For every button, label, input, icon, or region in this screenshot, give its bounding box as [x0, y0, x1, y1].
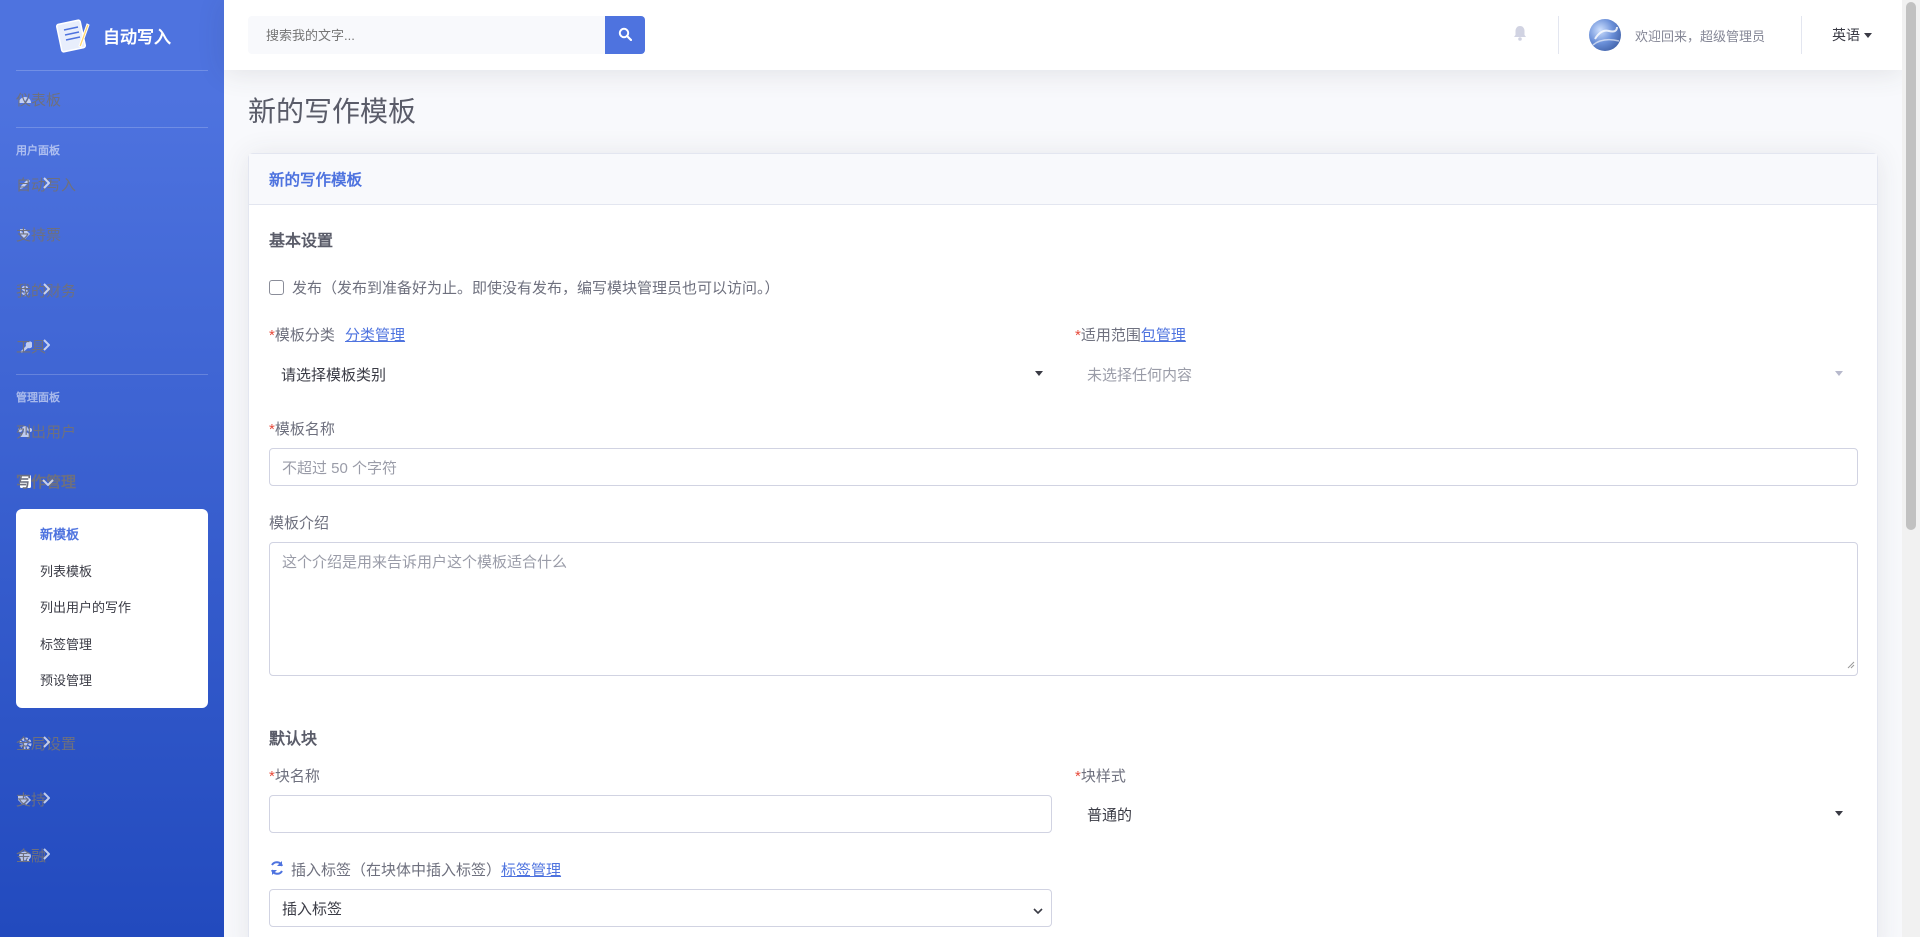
publish-label: 发布（发布到准备好为止。即使没有发布，编写模块管理员也可以访问。） [292, 280, 780, 297]
search-icon [618, 27, 633, 44]
sidebar-item-finance-2[interactable]: 金融 [0, 828, 224, 884]
sidebar-heading-admin: 管理面板 [16, 392, 60, 404]
sidebar-heading-user: 用户面板 [16, 145, 60, 157]
block-style-label: 块样式 [1080, 768, 1126, 785]
submenu-item-tag-management[interactable]: 标签管理 [16, 627, 208, 664]
user-menu[interactable]: 欢迎回来，超级管理员 [1571, 19, 1789, 51]
brand-name: 自动写入 [103, 27, 171, 47]
sidebar-item-global-settings[interactable]: 全局设置 [0, 716, 224, 772]
submenu-item-list-templates[interactable]: 列表模板 [16, 554, 208, 591]
topbar-divider [1557, 16, 1559, 54]
block-name-label-row: *块名称 [269, 765, 320, 786]
scope-label-row: *适用范围包管理 [1075, 324, 1186, 345]
chevron-right-icon [42, 736, 51, 751]
bell-icon [1513, 25, 1527, 46]
chevron-right-icon [42, 792, 51, 807]
chevron-down-icon [42, 474, 54, 489]
submenu-item-new-template[interactable]: 新模板 [16, 517, 208, 554]
topbar-divider [1801, 16, 1802, 54]
language-dropdown[interactable]: 英语 [1814, 25, 1902, 45]
language-label: 英语 [1832, 27, 1860, 43]
chevron-right-icon [42, 848, 51, 863]
sidebar-item-label: 支持票 [16, 226, 62, 244]
sidebar-item-list-users[interactable]: 列出用户 [0, 409, 224, 453]
block-style-label-row: *块样式 [1075, 765, 1126, 786]
template-intro-label: 模板介绍 [269, 515, 330, 532]
sidebar: 自动写入 仪表板 用户面板 自动写入 支持票 $ 我的财务 工具 管理面板 列出… [0, 0, 224, 937]
caret-down-icon [1835, 811, 1843, 816]
insert-tag-value: 插入标签 [282, 900, 343, 918]
sidebar-item-writing-management[interactable]: 写作管理 [0, 453, 224, 509]
template-form-card: 新的写作模板 基本设置 发布（发布到准备好为止。即使没有发布，编写模块管理员也可… [248, 153, 1878, 937]
block-name-input[interactable] [269, 795, 1052, 833]
scope-multiselect[interactable]: 未选择任何内容 [1075, 355, 1855, 393]
category-label-row: *模板分类 分类管理 [269, 324, 405, 345]
brand[interactable]: 自动写入 [0, 0, 224, 70]
template-name-label: 模板名称 [274, 421, 335, 438]
sidebar-item-finance[interactable]: $ 我的财务 [0, 262, 224, 318]
sidebar-item-label: 仪表板 [16, 91, 62, 109]
chevron-right-icon [42, 282, 51, 298]
topbar-right: 欢迎回来，超级管理员 英语 [1494, 0, 1902, 70]
block-style-select[interactable]: 普通的 [1075, 795, 1855, 833]
category-management-link[interactable]: 分类管理 [345, 327, 405, 344]
template-name-label-row: *模板名称 [269, 418, 335, 439]
submenu-item-preset-management[interactable]: 预设管理 [16, 663, 208, 700]
sidebar-item-tools[interactable]: 工具 [0, 318, 224, 374]
writing-management-submenu: 新模板 列表模板 列出用户的写作 标签管理 预设管理 [16, 509, 208, 708]
category-select-value: 请选择模板类别 [281, 366, 387, 384]
block-name-label: 块名称 [274, 768, 320, 785]
scope-select-value: 未选择任何内容 [1087, 366, 1193, 384]
alerts-button[interactable] [1494, 25, 1546, 46]
resize-handle-icon[interactable] [1847, 656, 1855, 673]
sidebar-item-dashboard[interactable]: 仪表板 [0, 71, 224, 127]
topbar: 欢迎回来，超级管理员 英语 [224, 0, 1902, 70]
block-style-value: 普通的 [1087, 806, 1133, 824]
welcome-text: 欢迎回来，超级管理员 [1634, 28, 1765, 44]
category-label: 模板分类 [274, 327, 335, 344]
scrollbar-thumb[interactable] [1906, 2, 1916, 530]
insert-tag-label: 插入标签（在块体中插入标签） [291, 862, 502, 879]
scope-label: 适用范围 [1080, 327, 1141, 344]
notepad-logo-icon [53, 16, 91, 54]
page-scrollbar[interactable] [1902, 0, 1920, 937]
section-default-block: 默认块 [269, 731, 318, 748]
caret-down-icon [1864, 32, 1872, 38]
main-content: 新的写作模板 新的写作模板 基本设置 发布（发布到准备好为止。即使没有发布，编写… [224, 70, 1902, 937]
submenu-item-user-writings[interactable]: 列出用户的写作 [16, 590, 208, 627]
template-name-input[interactable]: 不超过 50 个字符 [269, 448, 1858, 486]
publish-checkbox[interactable] [269, 280, 284, 295]
card-title: 新的写作模板 [249, 154, 1877, 205]
sidebar-item-support[interactable]: 支持 [0, 772, 224, 828]
chevron-down-icon [1033, 903, 1043, 915]
search-button[interactable] [605, 16, 645, 54]
page-title: 新的写作模板 [248, 96, 417, 127]
chevron-right-icon [42, 176, 51, 192]
search-input[interactable] [248, 16, 605, 54]
tag-management-link[interactable]: 标签管理 [501, 859, 561, 880]
package-management-link[interactable]: 包管理 [1141, 327, 1186, 344]
insert-tag-select[interactable]: 插入标签 [269, 889, 1052, 927]
caret-down-icon [1035, 371, 1043, 376]
sidebar-item-tickets[interactable]: 支持票 [0, 206, 224, 262]
template-name-placeholder: 不超过 50 个字符 [282, 459, 398, 477]
sidebar-item-label: 列出用户 [16, 423, 77, 441]
template-intro-placeholder: 这个介绍是用来告诉用户这个模板适合什么 [282, 554, 568, 571]
category-select[interactable]: 请选择模板类别 [269, 355, 1055, 393]
insert-tag-label-row: 插入标签（在块体中插入标签） 标签管理 [269, 859, 561, 880]
template-intro-textarea[interactable]: 这个介绍是用来告诉用户这个模板适合什么 [269, 542, 1858, 676]
chevron-right-icon [42, 338, 51, 354]
avatar [1588, 19, 1621, 51]
sidebar-item-auto-write[interactable]: 自动写入 [0, 162, 224, 206]
refresh-icon[interactable] [269, 860, 285, 880]
publish-checkbox-row[interactable]: 发布（发布到准备好为止。即使没有发布，编写模块管理员也可以访问。） [269, 277, 780, 298]
caret-down-icon [1835, 371, 1843, 376]
section-basic-settings: 基本设置 [269, 233, 334, 250]
search-form [248, 16, 645, 54]
